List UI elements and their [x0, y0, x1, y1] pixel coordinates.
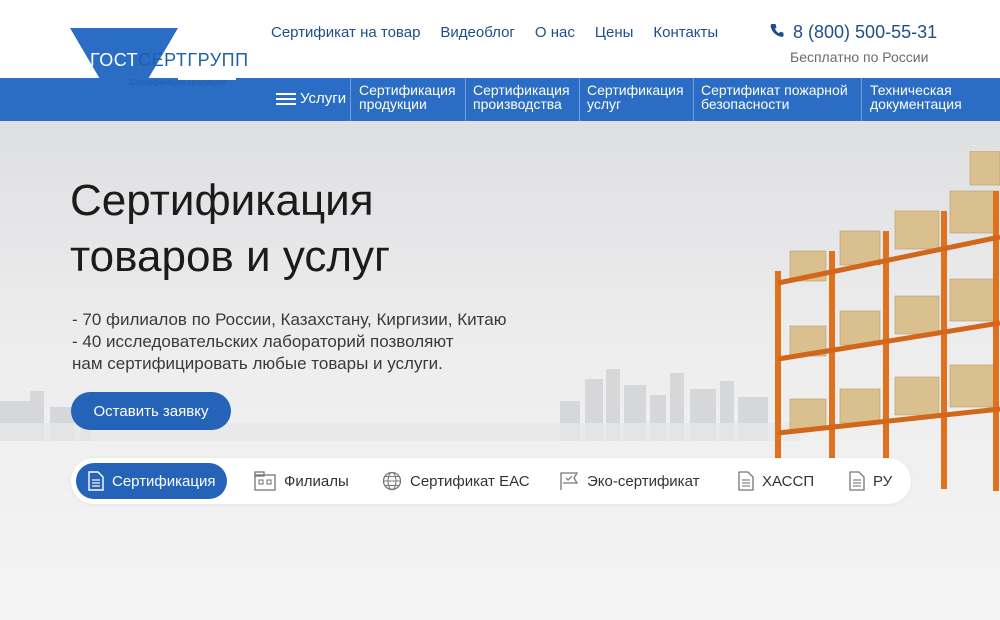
menu-divider: [465, 78, 466, 121]
globe-icon: [382, 471, 402, 491]
menu-item-line: производства: [473, 96, 562, 112]
tab-haccp[interactable]: ХАССП: [738, 463, 814, 499]
hamburger-icon: [276, 92, 296, 106]
menu-item-line: безопасности: [701, 96, 790, 112]
menu-item-line: Техническая: [870, 82, 952, 98]
logo-name-part2: СЕРТГРУПП: [138, 50, 249, 70]
menu-item-fire-safety-certificate[interactable]: Сертификат пожарной безопасности: [701, 83, 848, 116]
menu-item-service-certification[interactable]: Сертификация услуг: [587, 83, 684, 116]
menu-item-line: услуг: [587, 96, 622, 112]
phone-icon: [770, 23, 786, 42]
services-menu-button[interactable]: Услуги: [276, 90, 346, 107]
menu-divider: [693, 78, 694, 121]
menu-divider: [579, 78, 580, 121]
menu-item-product-certification[interactable]: Сертификация продукции: [359, 83, 456, 116]
top-nav-contacts[interactable]: Контакты: [653, 24, 718, 41]
menu-divider: [350, 78, 351, 121]
menu-item-line: продукции: [359, 96, 427, 112]
menu-item-line: Сертификат пожарной: [701, 82, 848, 98]
hero-title-line: товаров и услуг: [70, 232, 391, 281]
hero-desc-line: - 40 исследовательских лабораторий позво…: [72, 332, 454, 351]
top-nav-certificate-for-goods[interactable]: Сертификат на товар: [271, 24, 420, 41]
phone-note: Бесплатно по России: [790, 49, 929, 65]
submit-request-button[interactable]: Оставить заявку: [71, 392, 231, 430]
hero-description: - 70 филиалов по России, Казахстану, Кир…: [72, 309, 592, 375]
logo-name-part1: ГОСТ: [90, 50, 139, 70]
top-nav-videoblog[interactable]: Видеоблог: [440, 24, 514, 41]
menu-item-line: Сертификация: [587, 82, 684, 98]
tab-label: РУ: [873, 472, 893, 490]
logo-triangle-icon: [70, 28, 236, 120]
tab-label: Эко-сертификат: [587, 472, 700, 490]
tab-ru[interactable]: РУ: [849, 463, 892, 499]
hero-desc-line: - 70 филиалов по России, Казахстану, Кир…: [72, 310, 507, 329]
phone-link[interactable]: 8 (800) 500-55-31: [770, 22, 937, 43]
logo-wordmark: ГОСТСЕРТГРУПП: [90, 50, 249, 71]
tab-label: ХАССП: [762, 472, 815, 490]
tab-eco-certificate[interactable]: Эко-сертификат: [559, 463, 699, 499]
hero-title-line: Сертификация: [70, 176, 374, 225]
document-icon: [738, 471, 754, 491]
tab-label: Сертификация: [112, 472, 216, 490]
tab-label: Сертификат ЕАС: [410, 472, 530, 490]
logo-tagline: Сертификация продукции: [130, 78, 227, 87]
menu-item-line: документация: [870, 96, 962, 112]
flag-icon: [560, 472, 579, 490]
services-label: Услуги: [300, 90, 347, 107]
tab-certification[interactable]: Сертификация: [76, 463, 228, 499]
warehouse-shelves-illustration: [775, 151, 1000, 491]
tab-branches[interactable]: Филиалы: [254, 463, 349, 499]
menu-item-line: Сертификация: [473, 82, 570, 98]
top-nav-prices[interactable]: Цены: [595, 24, 634, 41]
menu-item-line: Сертификация: [359, 82, 456, 98]
document-icon: [849, 471, 865, 491]
hero-banner: Сертификация товаров и услуг - 70 филиал…: [0, 121, 1000, 620]
document-icon: [88, 471, 104, 491]
menu-item-production-certification[interactable]: Сертификация производства: [473, 83, 570, 116]
logo[interactable]: ГОСТСЕРТГРУПП Сертификация продукции: [68, 26, 248, 122]
tab-label: Филиалы: [284, 472, 349, 490]
menu-divider: [861, 78, 862, 121]
menu-item-technical-documentation[interactable]: Техническая документация: [870, 83, 962, 116]
building-icon: [254, 471, 276, 491]
hero-desc-line: нам сертифицировать любые товары и услуг…: [72, 354, 443, 373]
top-nav-about[interactable]: О нас: [535, 24, 575, 41]
service-tabs: Сертификация Филиалы Сертификат ЕАС Эко-…: [71, 458, 911, 504]
hero-title: Сертификация товаров и услуг: [70, 173, 570, 285]
phone-number: 8 (800) 500-55-31: [793, 22, 938, 42]
top-nav: Сертификат на товар Видеоблог О нас Цены…: [271, 24, 738, 41]
tab-eac-certificate[interactable]: Сертификат ЕАС: [382, 463, 530, 499]
